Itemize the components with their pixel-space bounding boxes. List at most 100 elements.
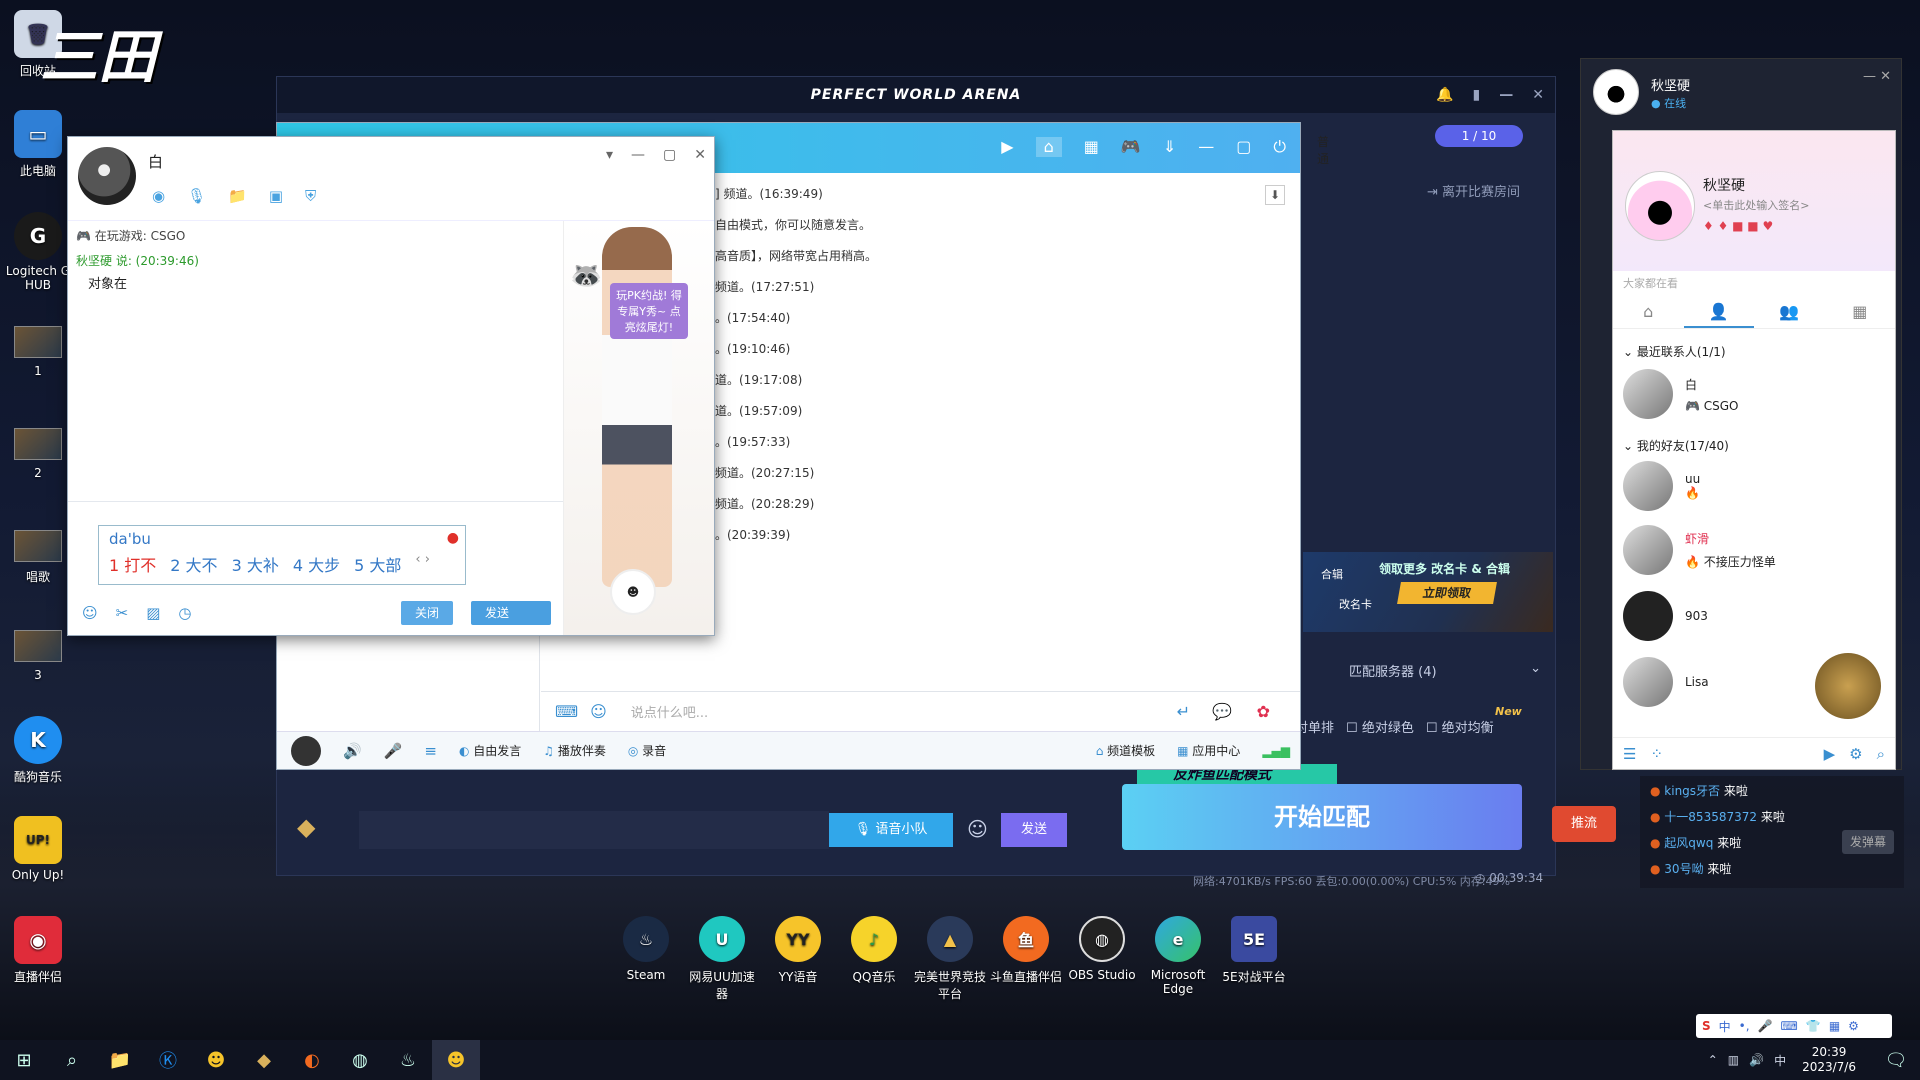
start-match-button[interactable]: 开始匹配 [1122,784,1522,850]
desktop-icon-only-up[interactable]: UP! Only Up! [0,816,76,882]
voice-team-button[interactable]: 🎙 语音小队 [829,813,953,847]
chat-input-bar[interactable] [359,811,829,849]
search-icon[interactable]: ⌕ [1877,745,1885,763]
yy-message-input[interactable]: ⌨ ☺ 说点什么吧... ↵ 💬 ✿ [541,691,1300,731]
speaker-icon[interactable]: 🔊 [343,742,362,760]
game-icon[interactable]: ⌨ [555,702,578,721]
app-icon-edge[interactable]: e Microsoft Edge [1140,916,1216,996]
mic-icon[interactable]: 🎤 [1758,1019,1773,1033]
signal-icon[interactable]: ▮ [1473,77,1482,113]
network-icon[interactable]: ▥ [1728,1053,1739,1067]
tray-icon[interactable]: ⌃ [1708,1053,1718,1067]
skin-icon[interactable]: 👕 [1806,1019,1821,1033]
video-icon[interactable]: ▶ [1824,745,1836,763]
microphone-icon[interactable]: 🎙 [187,187,206,205]
ime-candidate[interactable]: 1 打不 [109,552,156,576]
avatar[interactable] [291,735,321,766]
video-icon[interactable]: ▶ [1001,137,1013,157]
settings-icon[interactable]: ⚙ [1849,745,1862,763]
sogou-icon[interactable]: S [1702,1019,1711,1033]
online-status[interactable]: ● 在线 [1651,95,1686,111]
download-icon[interactable]: ⇓ [1163,137,1176,157]
send-button[interactable]: 发送 [471,601,551,625]
desktop-icon-video-1[interactable]: 1 [0,326,76,378]
taskbar-obs[interactable]: ◍ [336,1040,384,1080]
tab-friends[interactable]: 👤 [1683,295,1754,328]
list-item[interactable]: 903 [1623,591,1708,641]
scroll-down-icon[interactable]: ⬇ [1265,185,1285,205]
avatar[interactable] [78,147,136,205]
push-stream-button[interactable]: 推流 [1552,806,1616,842]
channel-template-button[interactable]: ⌂ 频道模板 [1096,742,1155,759]
desktop-icon-video-2[interactable]: 2 [0,428,76,480]
desktop-icon-kugou[interactable]: K 酷狗音乐 [0,716,76,785]
history-icon[interactable]: ◷ [178,604,191,622]
match-server-dropdown[interactable]: 匹配服务器 (4) ⌄ [1349,661,1549,680]
pwa-send-button[interactable]: 发送 [1001,813,1067,847]
dots-icon[interactable]: ⁘ [1650,745,1663,763]
ime-page-arrows[interactable]: ‹ › [415,552,430,576]
taskbar-yy[interactable]: ☻ [192,1040,240,1080]
tab-apps[interactable]: ▦ [1825,295,1896,328]
ime-lang-toggle[interactable]: 中 [1719,1018,1731,1035]
desktop-icon-sing[interactable]: 唱歌 [0,530,76,585]
clock[interactable]: 20:39 2023/7/6 [1802,1045,1856,1075]
notification-center[interactable]: 🗨 [1872,1040,1920,1080]
close-button[interactable]: 关闭 [400,601,453,625]
shield-icon[interactable]: ⛨ [305,187,316,205]
close-icon[interactable]: ✕ [694,147,706,163]
power-icon[interactable]: ⏻ [1273,137,1286,157]
settings-icon[interactable]: ⚙ [1848,1019,1859,1033]
ime-candidate[interactable]: 2 大不 [170,552,217,576]
green-option[interactable]: ☐ 绝对绿色 [1346,717,1414,736]
home-icon[interactable]: ⌂ [1035,137,1062,157]
signature-input[interactable]: <单击此处输入签名> [1703,197,1809,213]
record-button[interactable]: ◎ 录音 [628,742,666,759]
balance-option[interactable]: ☐ 绝对均衡 [1426,717,1494,736]
app-icon-5e[interactable]: 5E 5E对战平台 [1216,916,1292,985]
promo-bubble[interactable]: 玩PK约战! 得专属Y秀~ 点亮炫尾灯! [610,283,688,339]
minimize-icon[interactable]: — [1198,137,1214,157]
minimize-icon[interactable]: — [631,147,645,163]
maximize-icon[interactable]: ▢ [663,147,676,163]
app-icon-qqmusic[interactable]: ♪ QQ音乐 [836,916,912,985]
app-icon-douyu[interactable]: 鱼斗鱼直播伴侣 [988,916,1064,985]
microphone-icon[interactable]: 🎤 [384,742,403,760]
notification-icon[interactable]: 🔔 [1436,77,1454,113]
yy-show-panel[interactable]: 玩PK约战! 得专属Y秀~ 点亮炫尾灯! 🦝 ☻ [563,221,714,635]
emoji-icon[interactable]: ☺ [967,817,988,841]
start-button[interactable]: ⊞ [0,1040,48,1080]
close-icon[interactable]: ✕ [1532,77,1545,113]
menu-icon[interactable]: ☰ [1623,745,1636,763]
desktop-icon-ghub[interactable]: G Logitech G HUB [0,212,76,292]
taskbar-yy-active[interactable]: ☻ [432,1040,480,1080]
recent-header[interactable]: ⌄ 最近联系人(1/1) [1623,343,1726,360]
friends-header[interactable]: ⌄ 我的好友(17/40) [1623,437,1729,454]
ime-candidate[interactable]: 5 大部 [354,552,401,576]
desktop-icon-this-pc[interactable]: ▭ 此电脑 [0,110,76,179]
emoticon-icon[interactable]: ☺ [590,702,607,721]
player-count-badge[interactable]: 1 / 10 [1435,125,1523,147]
image-icon[interactable]: ▨ [146,604,160,622]
app-icon-obs[interactable]: ◍ OBS Studio [1064,916,1140,982]
taskbar-explorer[interactable]: 📁 [96,1040,144,1080]
leave-room-button[interactable]: ⇥ 离开比赛房间 [1427,181,1520,200]
app-icon-uu[interactable]: U 网易UU加速器 [684,916,760,1002]
punct-icon[interactable]: •, [1739,1019,1750,1033]
taskbar-steam[interactable]: ♨ [384,1040,432,1080]
tab-home[interactable]: ⌂ [1613,295,1684,328]
ime-indicator[interactable]: 中 [1774,1052,1786,1069]
list-item[interactable]: 白 🎮 CSGO [1623,369,1739,419]
app-center-button[interactable]: ▦ 应用中心 [1177,742,1240,759]
taskbar-kugou[interactable]: Ⓚ [144,1040,192,1080]
mini-avatar[interactable]: ☻ [610,569,656,615]
gamepad-icon[interactable]: 🎮 [1121,137,1141,157]
minimize-icon[interactable]: — [1499,77,1514,113]
dropdown-icon[interactable]: ▾ [606,147,613,163]
grid-icon[interactable]: ▦ [1084,137,1099,157]
desktop-icon-live-companion[interactable]: ◉ 直播伴侣 [0,916,76,985]
scissors-icon[interactable]: ✂ [116,604,129,622]
minimize-icon[interactable]: — [1863,69,1880,84]
taskbar-douyu[interactable]: ◐ [288,1040,336,1080]
search-button[interactable]: ⌕ [48,1040,96,1080]
